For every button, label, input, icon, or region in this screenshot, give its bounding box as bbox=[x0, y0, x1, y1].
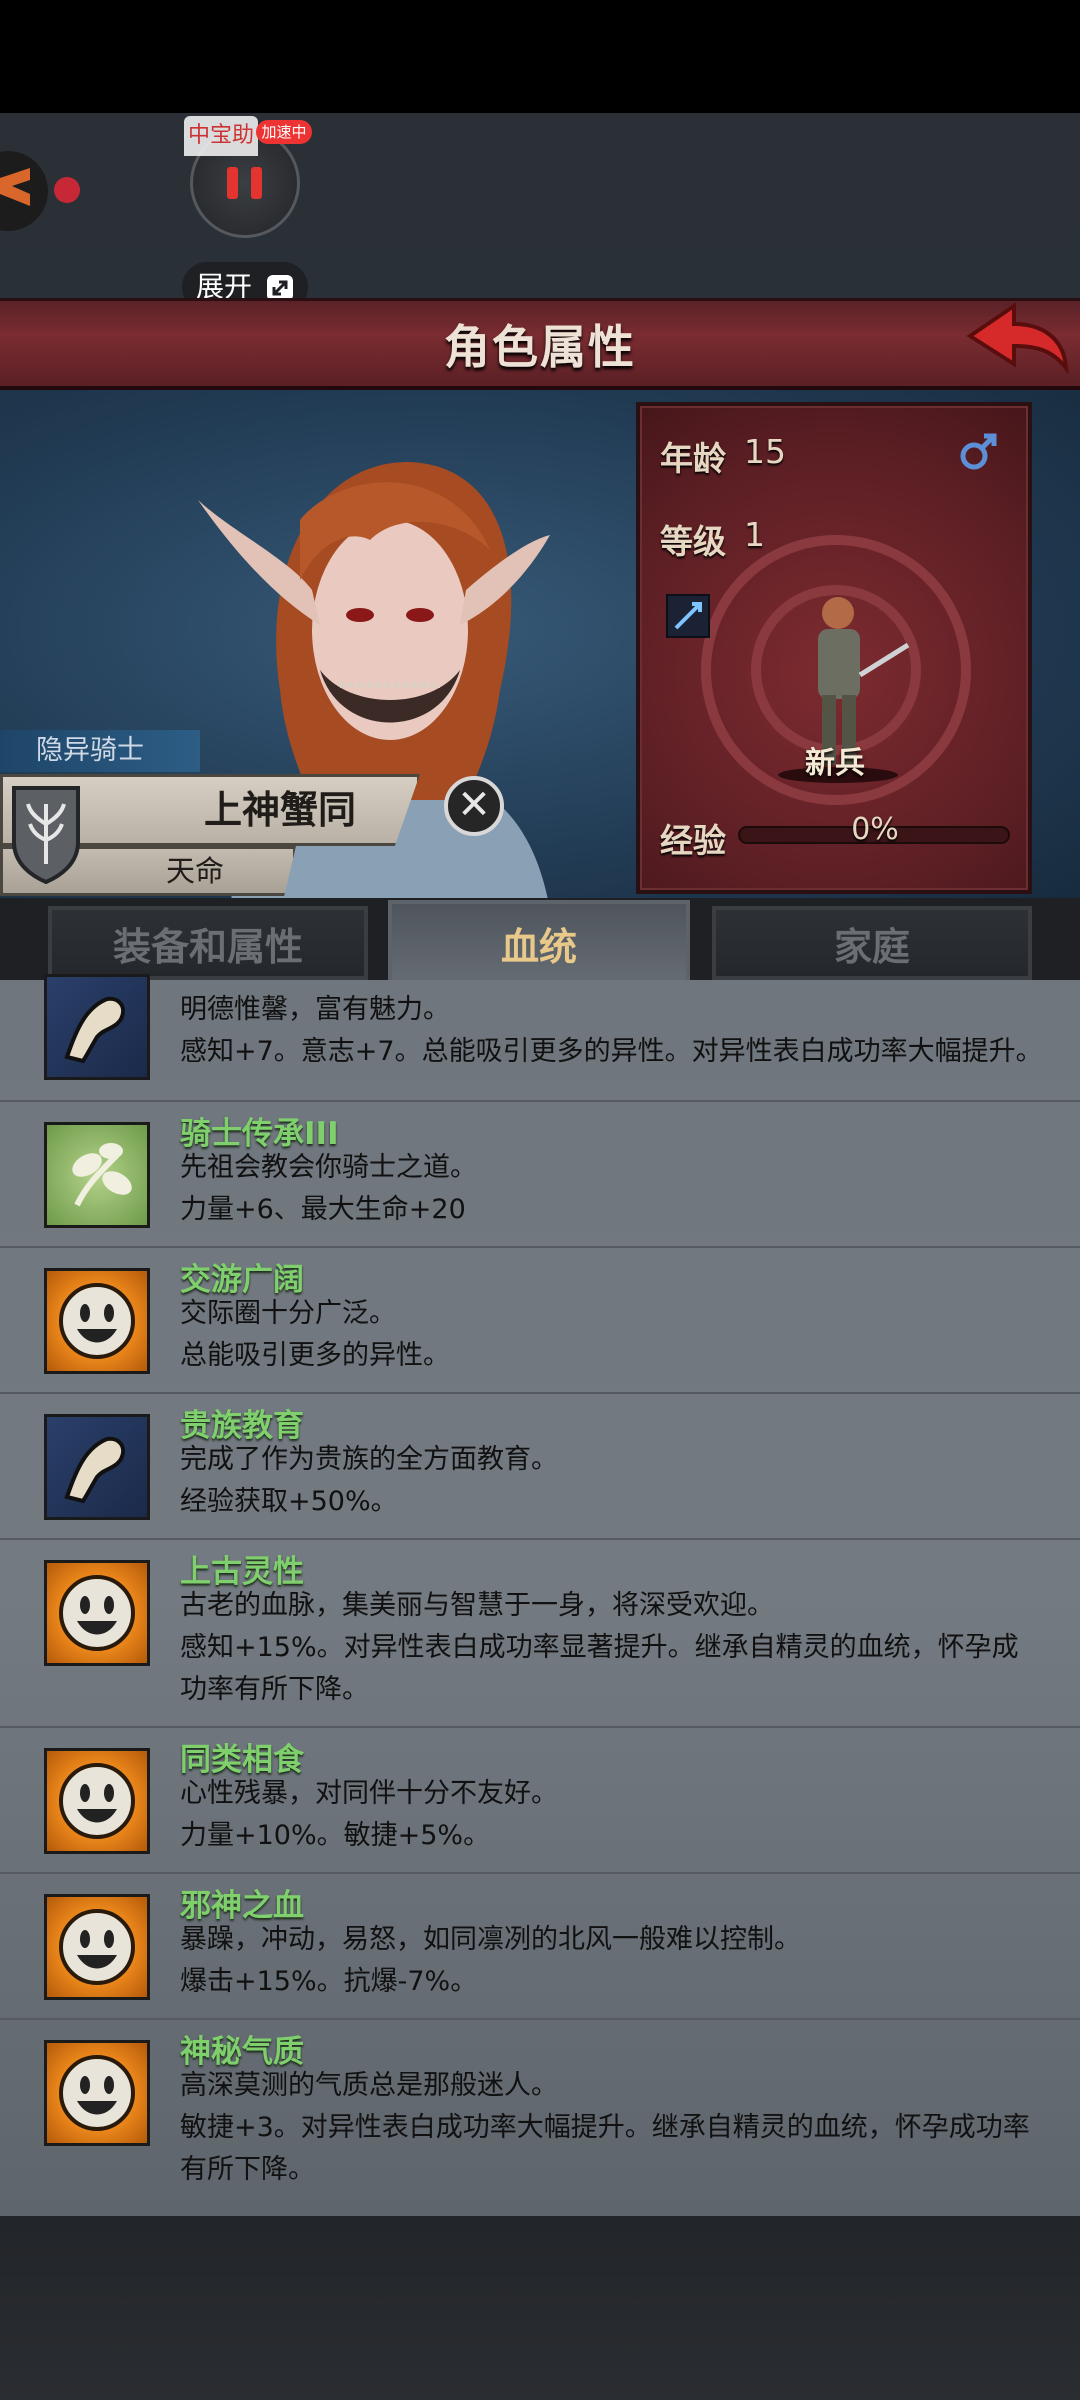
trait-desc-line: 暴躁，冲动，易怒，如同凛冽的北风一般难以控制。 bbox=[180, 1924, 801, 1955]
trait-effect-line: 感知+15%。对异性表白成功率显著提升。继承自精灵的血统，怀孕成 bbox=[180, 1632, 1019, 1663]
float-tool-label: 中宝助 bbox=[184, 116, 258, 156]
trait-desc-line: 古老的血脉，集美丽与智慧于一身，将深受欢迎。 bbox=[180, 1590, 774, 1621]
trait-effect-line: 敏捷+3。对异性表白成功率大幅提升。继承自精灵的血统，怀孕成功率 bbox=[180, 2112, 1030, 2143]
upper-dark-area bbox=[0, 113, 1080, 298]
smile-icon bbox=[44, 1268, 150, 1374]
list-item: 邪神之血 暴躁，冲动，易怒，如同凛冽的北风一般难以控制。 爆击+15%。抗爆-7… bbox=[0, 1874, 1080, 2020]
arm-icon bbox=[44, 1414, 150, 1520]
list-item: 贵族教育 完成了作为贵族的全方面教育。 经验获取+50%。 bbox=[0, 1394, 1080, 1540]
speed-badge: 加速中 bbox=[256, 120, 312, 144]
trait-effect-line: 力量+6、最大生命+20 bbox=[180, 1194, 466, 1225]
rank-label: 新兵 bbox=[805, 746, 865, 781]
shield-icon bbox=[12, 786, 80, 884]
tab-bloodline[interactable]: 血统 bbox=[388, 900, 690, 982]
bottom-area bbox=[0, 2216, 1080, 2400]
class-tag: 隐异骑士 bbox=[0, 730, 200, 772]
trait-name: 同类相食 bbox=[180, 1742, 304, 1778]
exp-label: 经验 bbox=[660, 821, 726, 860]
tab-family[interactable]: 家庭 bbox=[712, 906, 1032, 980]
trait-effect-line: 力量+10%。敏捷+5%。 bbox=[180, 1820, 491, 1851]
age-label: 年龄 bbox=[660, 439, 726, 478]
level-value: 1 bbox=[744, 515, 765, 554]
trait-list[interactable]: 明德惟馨，富有魅力。 感知+7。意志+7。总能吸引更多的异性。对异性表白成功率大… bbox=[0, 974, 1080, 2216]
notification-dot bbox=[54, 177, 80, 203]
trait-desc-line: 心性残暴，对同伴十分不友好。 bbox=[180, 1778, 558, 1809]
leaf-icon bbox=[44, 1122, 150, 1228]
trait-desc-line: 明德惟馨，富有魅力。 bbox=[180, 994, 450, 1025]
exp-value: 0% bbox=[851, 812, 899, 847]
trait-name: 邪神之血 bbox=[180, 1888, 304, 1924]
smile-icon bbox=[44, 2040, 150, 2146]
trait-name: 上古灵性 bbox=[180, 1554, 304, 1590]
smile-icon bbox=[44, 1560, 150, 1666]
app-logo-icon[interactable] bbox=[0, 148, 56, 234]
page-title: 角色属性 bbox=[444, 320, 636, 374]
arm-icon bbox=[44, 974, 150, 1080]
fate-label: 天命 bbox=[165, 854, 224, 888]
list-item: 同类相食 心性残暴，对同伴十分不友好。 力量+10%。敏捷+5%。 bbox=[0, 1728, 1080, 1874]
level-label: 等级 bbox=[660, 522, 726, 561]
trait-effect-line-cont: 有所下降。 bbox=[180, 2154, 315, 2185]
trait-effect-line: 经验获取+50%。 bbox=[180, 1486, 398, 1517]
smile-icon bbox=[44, 1894, 150, 2000]
trait-name: 骑士传承III bbox=[180, 1116, 339, 1152]
trait-desc-line: 完成了作为贵族的全方面教育。 bbox=[180, 1444, 558, 1475]
trait-effect-line: 爆击+15%。抗爆-7%。 bbox=[180, 1966, 478, 1997]
tab-equipment[interactable]: 装备和属性 bbox=[48, 906, 368, 980]
trait-name: 贵族教育 bbox=[180, 1408, 304, 1444]
list-item: 明德惟馨，富有魅力。 感知+7。意志+7。总能吸引更多的异性。对异性表白成功率大… bbox=[0, 974, 1080, 1102]
list-item: 骑士传承III 先祖会教会你骑士之道。 力量+6、最大生命+20 bbox=[0, 1102, 1080, 1248]
trait-desc-line: 高深莫测的气质总是那般迷人。 bbox=[180, 2070, 558, 2101]
trait-desc-line: 交际圈十分广泛。 bbox=[180, 1298, 396, 1329]
back-arrow-icon[interactable] bbox=[962, 300, 1072, 380]
smile-icon bbox=[44, 1748, 150, 1854]
sword-skill-icon[interactable] bbox=[666, 594, 710, 638]
list-item: 神秘气质 高深莫测的气质总是那般迷人。 敏捷+3。对异性表白成功率大幅提升。继承… bbox=[0, 2020, 1080, 2216]
list-item: 上古灵性 古老的血脉，集美丽与智慧于一身，将深受欢迎。 感知+15%。对异性表白… bbox=[0, 1540, 1080, 1728]
trait-effect-line: 感知+7。意志+7。总能吸引更多的异性。对异性表白成功率大幅提升。 bbox=[180, 1036, 1043, 1067]
age-value: 15 bbox=[744, 432, 786, 471]
game-screen: 中宝助 加速中 展开 角色属性 年龄 15 等级 1 新兵 经验 0% 隐异骑士… bbox=[0, 0, 1080, 2400]
male-icon bbox=[960, 433, 997, 470]
close-icon[interactable]: ✕ bbox=[444, 776, 504, 836]
character-name[interactable]: 上神蟹同 bbox=[150, 774, 410, 846]
trait-name: 交游广阔 bbox=[180, 1262, 304, 1298]
trait-desc-line: 先祖会教会你骑士之道。 bbox=[180, 1152, 477, 1183]
trait-name: 神秘气质 bbox=[180, 2034, 304, 2070]
list-item: 交游广阔 交际圈十分广泛。 总能吸引更多的异性。 bbox=[0, 1248, 1080, 1394]
trait-effect-line-cont: 功率有所下降。 bbox=[180, 1674, 369, 1705]
top-black-band bbox=[0, 0, 1080, 113]
trait-effect-line: 总能吸引更多的异性。 bbox=[180, 1340, 450, 1371]
